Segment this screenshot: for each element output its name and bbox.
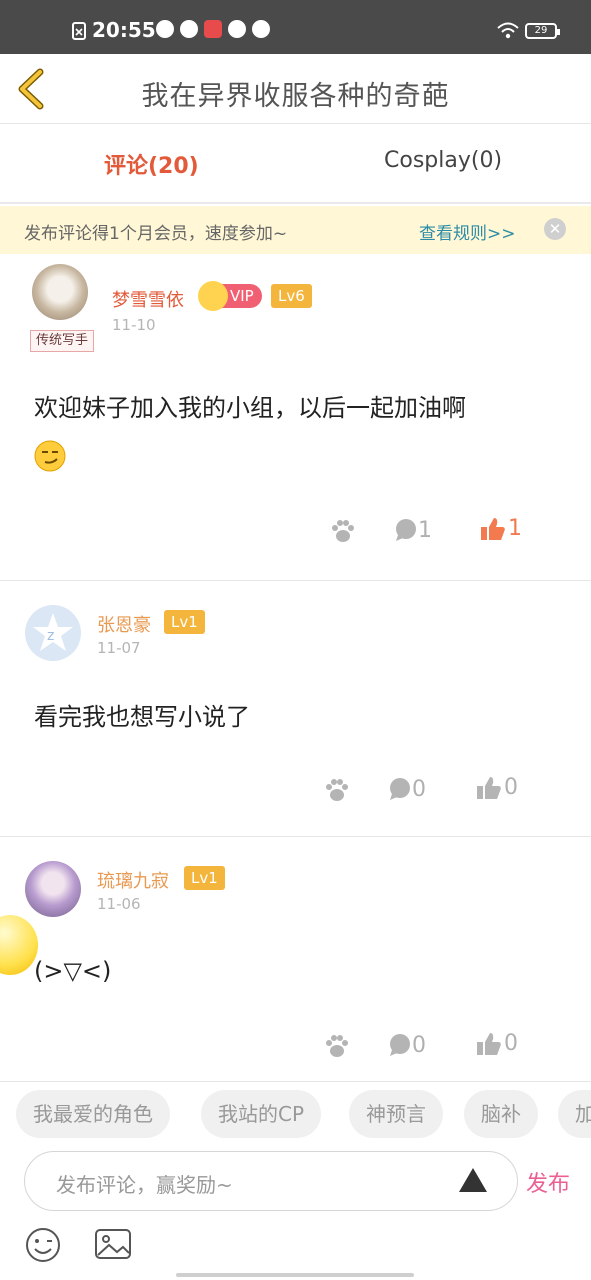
chat-bubble-icon	[396, 519, 416, 541]
tag-chip[interactable]: 我最爱的角色	[16, 1090, 170, 1138]
thumbs-up-icon	[477, 777, 501, 799]
nav-bar: 我在异界收服各种的奇葩	[0, 54, 591, 124]
tab-bar: 评论(20) Cosplay(0)	[0, 124, 591, 204]
close-banner-icon[interactable]: ✕	[544, 218, 566, 240]
tag-chip[interactable]: 我站的CP	[201, 1090, 322, 1138]
page-title: 我在异界收服各种的奇葩	[141, 81, 450, 112]
level-badge: Lv6	[271, 284, 312, 308]
triangle-up-icon[interactable]	[459, 1168, 487, 1192]
tag-chip[interactable]: 加	[558, 1090, 591, 1138]
comment-text: 看完我也想写小说了	[34, 703, 250, 731]
paw-button[interactable]	[324, 777, 350, 803]
chat-bubble-icon	[390, 778, 410, 800]
reply-button[interactable]: 1	[394, 518, 432, 543]
wifi-icon	[497, 22, 519, 39]
status-bar: 20:55 29	[0, 0, 591, 54]
tag-chip[interactable]: 脑补	[464, 1090, 538, 1138]
crown-icon	[198, 281, 228, 311]
avatar[interactable]: z	[25, 605, 81, 661]
comment-input[interactable]: 发布评论，赢奖励~	[24, 1151, 518, 1211]
like-count: 0	[504, 775, 518, 800]
wechat-icon	[228, 20, 246, 38]
user-badge: 传统写手	[30, 330, 94, 352]
sim-icon	[72, 22, 86, 40]
status-time: 20:55	[92, 18, 156, 42]
promo-banner: 发布评论得1个月会员，速度参加~ 查看规则>> ✕	[0, 206, 591, 254]
battery-icon: 29	[525, 23, 560, 39]
paw-icon	[326, 1035, 348, 1057]
level-badge: Lv1	[184, 866, 225, 890]
publish-button[interactable]: 发布	[526, 1166, 570, 1198]
app-icon	[180, 20, 198, 38]
image-icon[interactable]	[94, 1228, 132, 1262]
vip-badge: VIP	[198, 281, 262, 311]
comment-date: 11-06	[97, 895, 141, 913]
like-button[interactable]: 0	[476, 775, 518, 801]
comment-text: 欢迎妹子加入我的小组，以后一起加油啊	[34, 394, 466, 422]
bottom-toolbar	[0, 1226, 591, 1266]
user-name[interactable]: 梦雪雪依	[112, 286, 184, 312]
tab-cosplay[interactable]: Cosplay(0)	[384, 148, 502, 173]
qq-icon	[156, 20, 174, 38]
smirk-emoji-icon	[34, 440, 66, 472]
like-button[interactable]: 1	[480, 516, 522, 542]
like-count: 0	[504, 1031, 518, 1056]
like-count: 1	[508, 516, 522, 541]
paw-icon	[332, 520, 354, 542]
home-indicator	[176, 1273, 414, 1277]
comment-input-placeholder: 发布评论，赢奖励~	[56, 1173, 233, 1197]
banner-text: 发布评论得1个月会员，速度参加~	[24, 224, 288, 244]
thumbs-up-icon	[481, 518, 505, 540]
level-badge: Lv1	[164, 610, 205, 634]
reply-count: 0	[412, 1033, 426, 1058]
comment-item: 琉璃九寂 Lv1 11-06 (>▽<) 0 0	[0, 837, 591, 1082]
tab-comments[interactable]: 评论(20)	[104, 148, 199, 180]
paw-button[interactable]	[330, 518, 356, 544]
avatar[interactable]	[25, 861, 81, 917]
comment-item: 传统写手 梦雪雪依 VIP Lv6 11-10 欢迎妹子加入我的小组，以后一起加…	[0, 254, 591, 581]
comment-text: (>▽<)	[34, 957, 112, 985]
emoji-icon[interactable]	[24, 1226, 62, 1264]
comment-item: z 张恩豪 Lv1 11-07 看完我也想写小说了 0 0	[0, 581, 591, 837]
view-rules-link[interactable]: 查看规则>>	[419, 219, 516, 244]
user-name[interactable]: 张恩豪	[97, 611, 151, 637]
app-icon-2	[252, 20, 270, 38]
reply-count: 1	[418, 518, 432, 543]
avatar[interactable]	[32, 264, 88, 320]
comment-date: 11-07	[97, 639, 141, 657]
reply-count: 0	[412, 777, 426, 802]
page: 20:55 29 我在异界收服各种的奇葩 评论(20) Cosplay(0) 发…	[0, 0, 591, 1280]
default-avatar-icon: z	[33, 613, 73, 651]
paw-icon	[326, 779, 348, 801]
svg-text:z: z	[47, 628, 54, 644]
user-name[interactable]: 琉璃九寂	[97, 867, 169, 893]
paw-button[interactable]	[324, 1033, 350, 1059]
like-button[interactable]: 0	[476, 1031, 518, 1057]
tag-chip[interactable]: 神预言	[349, 1090, 443, 1138]
tag-chip-bar: 我最爱的角色 我站的CP 神预言 脑补 加	[0, 1082, 591, 1146]
app-icon-red	[204, 20, 222, 38]
reply-button[interactable]: 0	[388, 777, 426, 802]
chat-bubble-icon	[390, 1034, 410, 1056]
reply-button[interactable]: 0	[388, 1033, 426, 1058]
thumbs-up-icon	[477, 1033, 501, 1055]
comment-date: 11-10	[112, 316, 156, 334]
